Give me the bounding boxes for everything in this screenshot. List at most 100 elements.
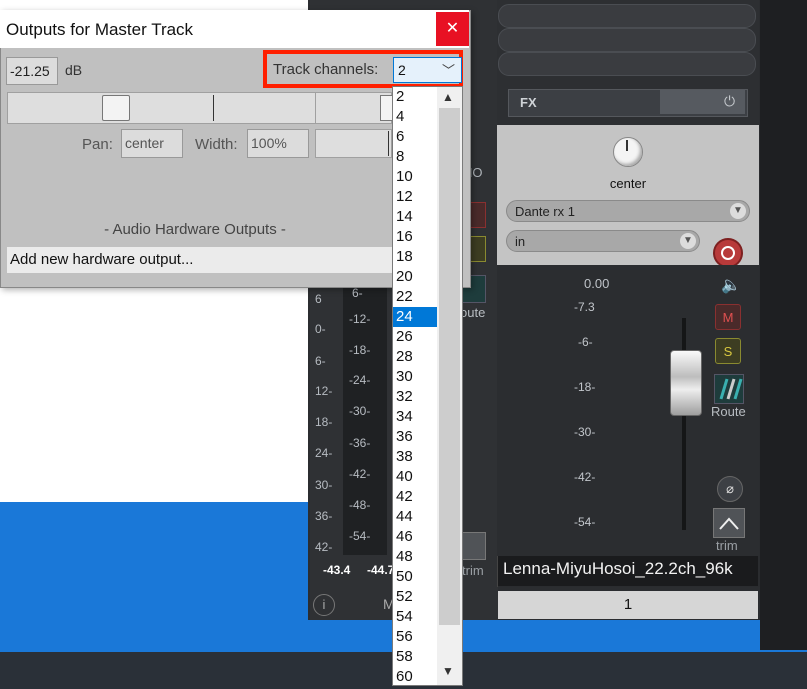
info-icon[interactable]: i bbox=[313, 594, 335, 616]
close-button[interactable]: ✕ bbox=[436, 12, 469, 46]
speaker-icon[interactable]: 🔈 bbox=[721, 275, 741, 295]
route-label: Route bbox=[711, 404, 746, 419]
strip-slot[interactable] bbox=[498, 52, 756, 76]
channel-option[interactable]: 46 bbox=[393, 527, 437, 547]
meter-scale-label: 6 bbox=[315, 292, 322, 306]
channel-option[interactable]: 34 bbox=[393, 407, 437, 427]
channel-options: 2 4 6 8 10 12 14 16 18 20 22 24 26 28 30 32 34 36 38 40 42 44… bbox=[393, 87, 437, 687]
record-icon bbox=[721, 246, 735, 260]
channel-option[interactable]: 10 bbox=[393, 167, 437, 187]
pan-knob[interactable] bbox=[613, 137, 643, 167]
channel-option[interactable]: 58 bbox=[393, 647, 437, 667]
width-slider[interactable] bbox=[315, 129, 392, 158]
width-slider-tick bbox=[388, 131, 389, 156]
channel-option[interactable]: 6 bbox=[393, 127, 437, 147]
width-label: Width: bbox=[195, 136, 238, 153]
trim-envelope-icon[interactable] bbox=[713, 508, 745, 538]
channel-option[interactable]: 2 bbox=[393, 87, 437, 107]
pan-label: Pan: bbox=[82, 136, 113, 153]
meter-scale-label: 36- bbox=[315, 509, 333, 523]
list-scrollbar-thumb[interactable] bbox=[439, 108, 460, 625]
master-trim-icon[interactable] bbox=[462, 532, 486, 560]
channel-option[interactable]: 42 bbox=[393, 487, 437, 507]
peak-readout-left[interactable]: -43.4 bbox=[323, 563, 350, 577]
slider-center-tick bbox=[213, 95, 214, 121]
pan-value: center bbox=[609, 176, 647, 191]
power-icon: ⏻ bbox=[724, 93, 736, 109]
meter-scale-label: 42- bbox=[315, 540, 333, 554]
peak-readout-right[interactable]: -44.7 bbox=[367, 563, 394, 577]
meter-scale-label: -12- bbox=[349, 312, 371, 326]
volume-fader-handle[interactable] bbox=[670, 350, 702, 416]
meter-scale-label: 24- bbox=[315, 446, 333, 460]
fx-label: FX bbox=[520, 95, 537, 110]
channel-option[interactable]: 60 bbox=[393, 667, 437, 687]
db-unit-label: dB bbox=[65, 62, 83, 78]
channel-option[interactable]: 54 bbox=[393, 607, 437, 627]
scroll-down-icon[interactable]: ▼ bbox=[442, 664, 454, 678]
add-hardware-output-button[interactable]: Add new hardware output... bbox=[7, 247, 395, 273]
channel-option[interactable]: 20 bbox=[393, 267, 437, 287]
volume-readout: 0.00 bbox=[584, 276, 610, 291]
width-input[interactable]: 100% bbox=[247, 129, 309, 158]
meter-scale-label: -30- bbox=[349, 404, 371, 418]
channel-option[interactable]: 24 bbox=[393, 307, 437, 327]
input-mode-dropdown[interactable]: in ▼ bbox=[506, 230, 700, 252]
input-mode-value: in bbox=[515, 234, 526, 249]
scale-label: -30- bbox=[574, 425, 596, 439]
channel-option[interactable]: 38 bbox=[393, 447, 437, 467]
channel-option[interactable]: 52 bbox=[393, 587, 437, 607]
channel-option[interactable]: 44 bbox=[393, 507, 437, 527]
trim-label: trim bbox=[716, 538, 738, 553]
channel-option[interactable]: 16 bbox=[393, 227, 437, 247]
channel-option[interactable]: 30 bbox=[393, 367, 437, 387]
input-device-dropdown[interactable]: Dante rx 1 ▼ bbox=[506, 200, 750, 222]
strip-slot[interactable] bbox=[498, 28, 756, 52]
chevron-down-icon: ▼ bbox=[680, 233, 696, 249]
dialog-title: Outputs for Master Track bbox=[6, 20, 194, 39]
pan-input[interactable]: center bbox=[121, 129, 183, 158]
channel-option[interactable]: 50 bbox=[393, 567, 437, 587]
hardware-outputs-heading: - Audio Hardware Outputs - bbox=[104, 221, 286, 238]
channel-option[interactable]: 18 bbox=[393, 247, 437, 267]
track-name: Lenna-MiyuHosoi_22.2ch_96k bbox=[503, 559, 733, 578]
scale-label: -18- bbox=[574, 380, 596, 394]
track-number: 1 bbox=[623, 596, 633, 613]
meter-scale-label: 0- bbox=[315, 322, 326, 336]
channel-option[interactable]: 22 bbox=[393, 287, 437, 307]
strip-slot[interactable] bbox=[498, 4, 756, 28]
channel-option[interactable]: 56 bbox=[393, 627, 437, 647]
solo-button[interactable]: S bbox=[715, 338, 741, 364]
meter-scale-label: 6- bbox=[352, 286, 363, 300]
pan-knob-indicator bbox=[626, 140, 628, 151]
route-icon[interactable] bbox=[714, 374, 744, 404]
meter-scale-label: -48- bbox=[349, 498, 371, 512]
channel-option[interactable]: 40 bbox=[393, 467, 437, 487]
scroll-up-icon[interactable]: ▲ bbox=[442, 90, 454, 104]
channel-option[interactable]: 8 bbox=[393, 147, 437, 167]
meter-scale-label: -18- bbox=[349, 343, 371, 357]
meter-scale-label: 12- bbox=[315, 384, 333, 398]
channel-option[interactable]: 48 bbox=[393, 547, 437, 567]
channel-option[interactable]: 12 bbox=[393, 187, 437, 207]
right-background bbox=[760, 0, 807, 650]
scale-label: -7.3 bbox=[574, 300, 595, 314]
scale-label: -42- bbox=[574, 470, 596, 484]
channel-option[interactable]: 26 bbox=[393, 327, 437, 347]
channel-option[interactable]: 4 bbox=[393, 107, 437, 127]
channel-option[interactable]: 36 bbox=[393, 427, 437, 447]
meter-scale-label: -24- bbox=[349, 373, 371, 387]
meter-scale-label: -36- bbox=[349, 436, 371, 450]
scale-label: -54- bbox=[574, 515, 596, 529]
channel-option[interactable]: 32 bbox=[393, 387, 437, 407]
master-trim-label: trim bbox=[462, 563, 484, 578]
input-device-value: Dante rx 1 bbox=[515, 204, 575, 219]
volume-slider-thumb[interactable] bbox=[102, 95, 130, 121]
scale-label: -6- bbox=[578, 335, 593, 349]
mute-button[interactable]: M bbox=[715, 304, 741, 330]
channel-option[interactable]: 14 bbox=[393, 207, 437, 227]
meter-scale-label: -42- bbox=[349, 467, 371, 481]
channel-option[interactable]: 28 bbox=[393, 347, 437, 367]
phase-invert-button[interactable]: ⌀ bbox=[717, 476, 743, 502]
volume-db-input[interactable]: -21.25 bbox=[6, 57, 58, 85]
